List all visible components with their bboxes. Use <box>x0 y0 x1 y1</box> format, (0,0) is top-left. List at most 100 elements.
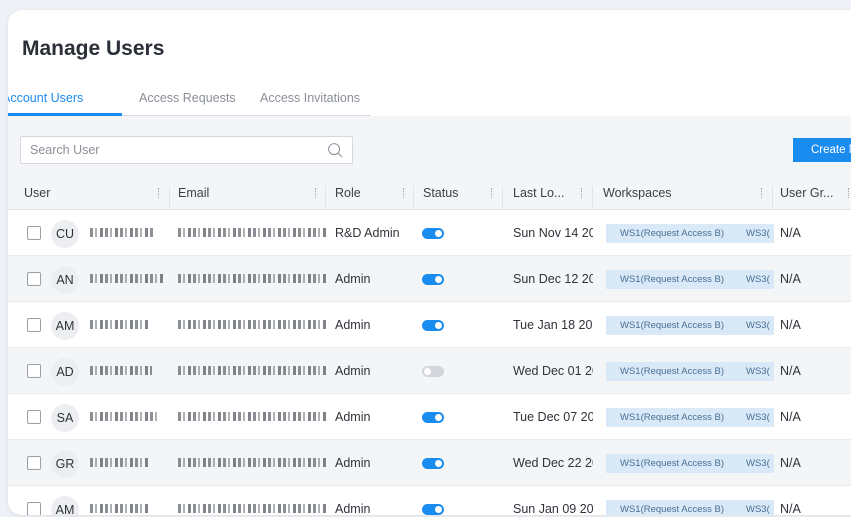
avatar: GR <box>51 450 79 478</box>
email-redacted <box>178 274 328 283</box>
column-header-status[interactable]: Status <box>423 176 458 210</box>
status-toggle[interactable] <box>422 458 444 469</box>
avatar: CU <box>51 220 79 248</box>
user-group-cell: N/A <box>780 410 801 424</box>
email-redacted <box>178 228 328 237</box>
row-checkbox[interactable] <box>27 456 41 470</box>
page-title: Manage Users <box>22 37 165 60</box>
avatar: SA <box>51 404 79 432</box>
role-cell: Admin <box>335 318 371 332</box>
column-resize-handle[interactable] <box>581 188 583 198</box>
role-cell: Admin <box>335 456 371 470</box>
user-name-redacted <box>90 228 154 237</box>
create-user-button[interactable]: Create N <box>793 138 851 162</box>
user-group-cell: N/A <box>780 456 801 470</box>
last-login-cell: Sun Jan 09 202 <box>513 502 593 515</box>
column-header-workspaces[interactable]: Workspaces <box>603 176 672 210</box>
toggle-knob <box>435 414 442 421</box>
row-checkbox[interactable] <box>27 410 41 424</box>
table-header: User Email Role Status Last Lo... Worksp… <box>8 176 851 210</box>
status-toggle[interactable] <box>422 412 444 423</box>
workspace-tag[interactable]: WS3( <box>734 454 774 473</box>
table-row[interactable]: AD Admin Wed Dec 01 20 WS1(Request Access B… <box>8 348 851 394</box>
search-icon[interactable] <box>327 142 344 159</box>
user-group-cell: N/A <box>780 502 801 515</box>
search-input[interactable] <box>21 137 311 163</box>
workspace-tag[interactable]: WS1(Request Access B) <box>606 408 739 427</box>
row-checkbox[interactable] <box>27 226 41 240</box>
workspace-tag[interactable]: WS3( <box>734 270 774 289</box>
role-cell: R&D Admin <box>335 226 400 240</box>
workspace-tag[interactable]: WS1(Request Access B) <box>606 454 739 473</box>
tab-account-users[interactable]: Account Users <box>8 91 83 105</box>
last-login-cell: Wed Dec 01 20 <box>513 364 593 378</box>
user-group-cell: N/A <box>780 272 801 286</box>
row-checkbox[interactable] <box>27 502 41 515</box>
toggle-knob <box>435 276 442 283</box>
email-redacted <box>178 458 328 467</box>
manage-users-panel: Manage Users Account Users Access Reques… <box>8 10 851 515</box>
search-box <box>20 136 353 164</box>
column-header-user-groups[interactable]: User Gr... <box>780 176 833 210</box>
column-resize-handle[interactable] <box>761 188 763 198</box>
status-toggle[interactable] <box>422 504 444 515</box>
table-row[interactable]: CU R&D Admin Sun Nov 14 20 WS1(Request Acce… <box>8 210 851 256</box>
table-row[interactable]: AN Admin Sun Dec 12 20: WS1(Request Access … <box>8 256 851 302</box>
tab-access-invitations[interactable]: Access Invitations <box>260 91 360 105</box>
toggle-knob <box>424 368 431 375</box>
email-redacted <box>178 504 328 513</box>
column-resize-handle[interactable] <box>491 188 493 198</box>
last-login-cell: Wed Dec 22 20 <box>513 456 593 470</box>
toggle-knob <box>435 460 442 467</box>
user-name-redacted <box>90 274 164 283</box>
table-row[interactable]: SA Admin Tue Dec 07 202 WS1(Request Access … <box>8 394 851 440</box>
role-cell: Admin <box>335 502 371 515</box>
row-checkbox[interactable] <box>27 318 41 332</box>
row-checkbox[interactable] <box>27 364 41 378</box>
toggle-knob <box>435 506 442 513</box>
last-login-cell: Tue Dec 07 202 <box>513 410 593 424</box>
user-group-cell: N/A <box>780 226 801 240</box>
avatar: AM <box>51 312 79 340</box>
column-header-email[interactable]: Email <box>178 176 209 210</box>
last-login-cell: Sun Nov 14 20 <box>513 226 593 240</box>
email-redacted <box>178 412 328 421</box>
table-row[interactable]: AM Admin Tue Jan 18 202 WS1(Request Access … <box>8 302 851 348</box>
avatar: AD <box>51 358 79 386</box>
column-resize-handle[interactable] <box>315 188 317 198</box>
column-header-user[interactable]: User <box>24 176 50 210</box>
workspace-tag[interactable]: WS1(Request Access B) <box>606 224 739 243</box>
workspace-tag[interactable]: WS1(Request Access B) <box>606 362 739 381</box>
column-resize-handle[interactable] <box>848 188 850 198</box>
workspace-tag[interactable]: WS1(Request Access B) <box>606 500 739 515</box>
toggle-knob <box>435 230 442 237</box>
status-toggle[interactable] <box>422 274 444 285</box>
row-checkbox[interactable] <box>27 272 41 286</box>
toggle-knob <box>435 322 442 329</box>
tab-access-requests[interactable]: Access Requests <box>139 91 236 105</box>
column-header-role[interactable]: Role <box>335 176 361 210</box>
workspace-tag[interactable]: WS3( <box>734 408 774 427</box>
last-login-cell: Sun Dec 12 20: <box>513 272 593 286</box>
table-row[interactable]: AM Admin Sun Jan 09 202 WS1(Request Access … <box>8 486 851 515</box>
status-toggle[interactable] <box>422 320 444 331</box>
role-cell: Admin <box>335 364 371 378</box>
table-row[interactable]: GR Admin Wed Dec 22 20 WS1(Request Access B… <box>8 440 851 486</box>
avatar: AM <box>51 496 79 515</box>
workspace-tag[interactable]: WS3( <box>734 224 774 243</box>
column-resize-handle[interactable] <box>158 188 160 198</box>
workspace-tag[interactable]: WS3( <box>734 500 774 515</box>
workspace-tag[interactable]: WS3( <box>734 316 774 335</box>
role-cell: Admin <box>335 410 371 424</box>
workspace-tag[interactable]: WS3( <box>734 362 774 381</box>
status-toggle[interactable] <box>422 366 444 377</box>
column-resize-handle[interactable] <box>403 188 405 198</box>
email-redacted <box>178 366 328 375</box>
tab-bar: Account Users Access Requests Access Inv… <box>8 91 371 116</box>
workspace-tag[interactable]: WS1(Request Access B) <box>606 270 739 289</box>
user-name-redacted <box>90 412 160 421</box>
workspace-tag[interactable]: WS1(Request Access B) <box>606 316 739 335</box>
column-header-last-login[interactable]: Last Lo... <box>513 176 564 210</box>
user-group-cell: N/A <box>780 364 801 378</box>
status-toggle[interactable] <box>422 228 444 239</box>
